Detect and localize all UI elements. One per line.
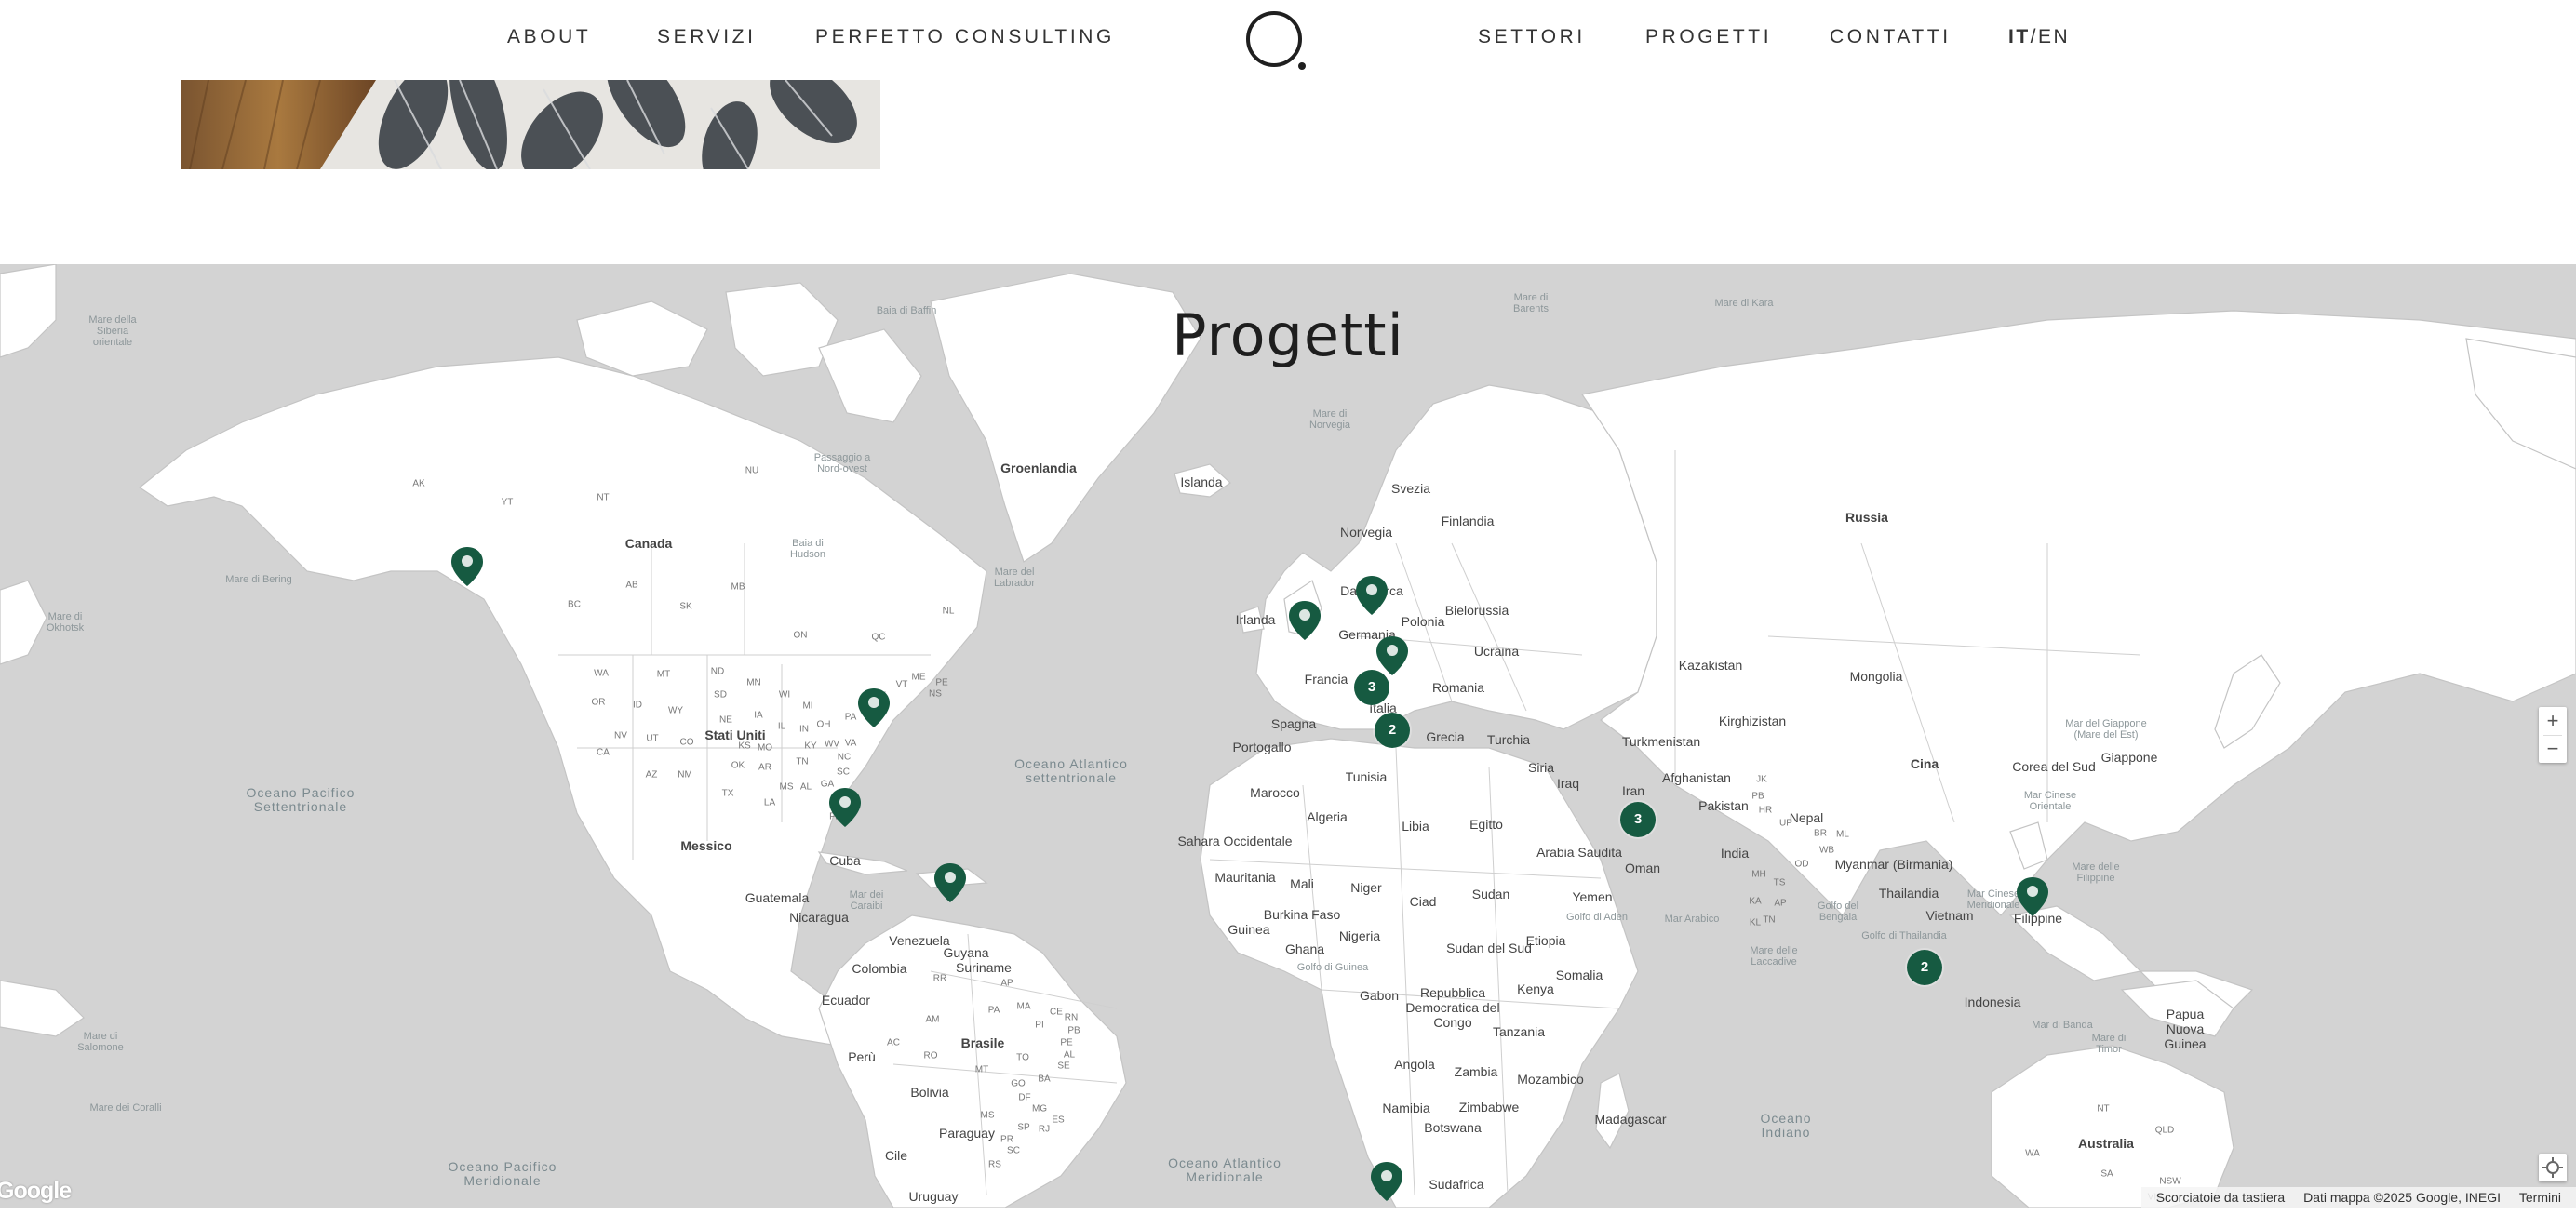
site-header: ABOUT SERVIZI PERFETTO CONSULTING SETTOR…: [0, 0, 2576, 80]
map-data-text: Dati mappa ©2025 Google, INEGI: [2303, 1190, 2501, 1205]
google-logo[interactable]: Google: [0, 1178, 72, 1205]
photo-image: [181, 80, 880, 169]
nav-perfetto-consulting[interactable]: PERFETTO CONSULTING: [815, 26, 1115, 48]
nav-contatti[interactable]: CONTATTI: [1830, 26, 1952, 48]
nav-progetti[interactable]: PROGETTI: [1645, 26, 1772, 48]
project-marker-icon[interactable]: [1286, 599, 1323, 642]
map-camera-control-icon[interactable]: [2539, 1154, 2567, 1181]
section-title: Progetti: [1172, 301, 1404, 369]
terms-link[interactable]: Termini: [2519, 1190, 2561, 1205]
project-cluster[interactable]: 3: [1354, 670, 1389, 705]
nav-settori[interactable]: SETTORI: [1478, 26, 1586, 48]
project-marker-icon[interactable]: [1353, 574, 1390, 617]
map-attribution: Scorciatoie da tastiera Dati mappa ©2025…: [2140, 1187, 2576, 1208]
zoom-divider: [2543, 735, 2562, 736]
world-map: [0, 264, 2576, 1208]
nav-servizi[interactable]: SERVIZI: [657, 26, 757, 48]
project-marker-icon[interactable]: [932, 861, 969, 904]
projects-map[interactable]: Progetti Canada Stati Uniti Messico Cuba…: [0, 264, 2576, 1208]
zoom-out-button[interactable]: −: [2539, 735, 2567, 763]
lang-separator: /: [2030, 26, 2039, 47]
keyboard-shortcuts-link[interactable]: Scorciatoie da tastiera: [2156, 1190, 2286, 1205]
project-marker-icon[interactable]: [1368, 1160, 1405, 1203]
nav-about[interactable]: ABOUT: [507, 26, 591, 48]
lang-it[interactable]: IT: [2008, 26, 2031, 47]
project-cluster[interactable]: 2: [1907, 950, 1942, 985]
logo-icon[interactable]: [1244, 7, 1308, 73]
project-marker-icon[interactable]: [2014, 875, 2051, 918]
zoom-in-button[interactable]: +: [2539, 707, 2567, 735]
language-switcher: IT/EN: [2008, 26, 2070, 48]
project-marker-icon[interactable]: [449, 545, 486, 588]
project-cluster[interactable]: 3: [1620, 802, 1656, 837]
project-marker-icon[interactable]: [855, 687, 892, 729]
page: ABOUT SERVIZI PERFETTO CONSULTING SETTOR…: [0, 0, 2576, 1228]
project-marker-icon[interactable]: [826, 786, 864, 829]
project-photo: [181, 80, 880, 169]
project-cluster[interactable]: 2: [1375, 713, 1410, 748]
lang-en[interactable]: EN: [2038, 26, 2070, 47]
map-zoom-control: + −: [2539, 707, 2567, 763]
